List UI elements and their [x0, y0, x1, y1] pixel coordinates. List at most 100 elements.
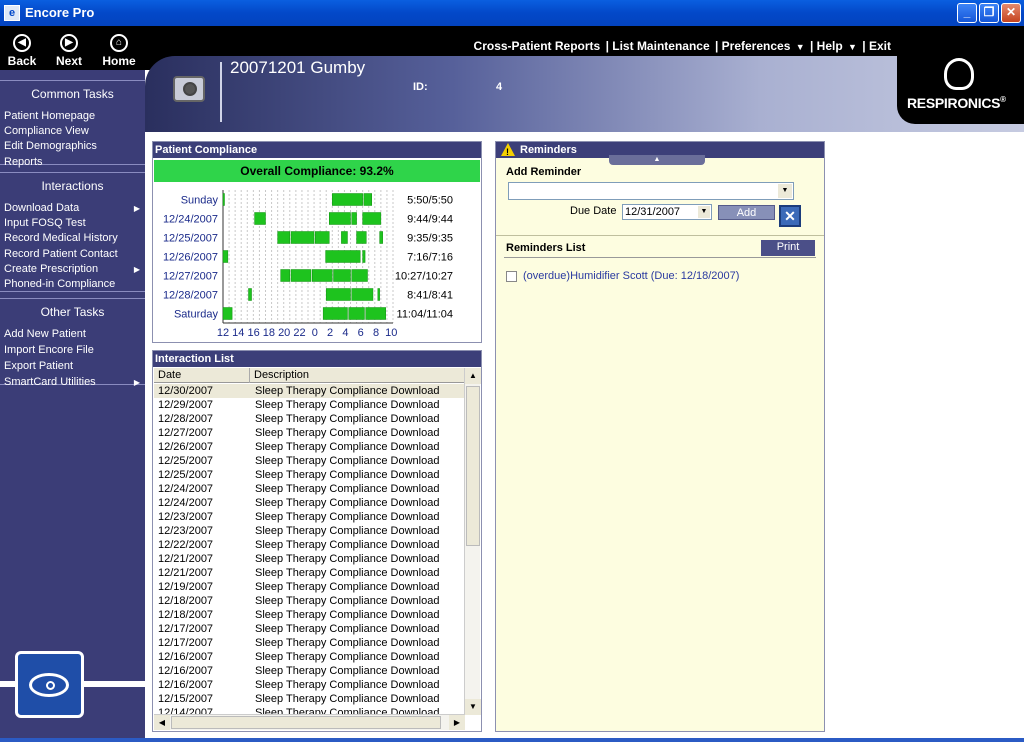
- x-tick-label: 6: [358, 327, 364, 339]
- scroll-down-icon[interactable]: ▼: [465, 699, 481, 715]
- table-row[interactable]: 12/29/2007 Sleep Therapy Compliance Downl…: [154, 398, 465, 412]
- table-row[interactable]: 12/26/2007 Sleep Therapy Compliance Downl…: [154, 440, 465, 454]
- sidebar-item-create-prescription[interactable]: Create Prescription ▶: [0, 262, 145, 277]
- table-row[interactable]: 12/16/2007 Sleep Therapy Compliance Downl…: [154, 650, 465, 664]
- print-button[interactable]: Print: [761, 240, 815, 256]
- calendar-dropdown-icon[interactable]: ▼: [698, 206, 710, 218]
- sidebar-item-phoned-in-compliance[interactable]: Phoned-in Compliance: [0, 277, 145, 292]
- sidebar-item-smartcard-utilities[interactable]: SmartCard Utilities ▶: [0, 375, 145, 391]
- usage-bar: [356, 231, 367, 244]
- reminder-checkbox[interactable]: [506, 270, 517, 282]
- row-date: 12/14/2007: [158, 707, 214, 714]
- table-row[interactable]: 12/17/2007 Sleep Therapy Compliance Downl…: [154, 622, 465, 636]
- menu-help[interactable]: | Help: [810, 39, 843, 53]
- row-date: 12/21/2007: [158, 553, 214, 565]
- category-label: 12/28/2007: [163, 290, 218, 302]
- table-row[interactable]: 12/24/2007 Sleep Therapy Compliance Downl…: [154, 496, 465, 510]
- row-description: Sleep Therapy Compliance Download: [255, 609, 440, 621]
- due-date-input[interactable]: 12/31/2007 ▼: [622, 204, 712, 220]
- sidebar-item-reports[interactable]: Reports: [0, 155, 145, 170]
- usage-bar: [222, 193, 225, 206]
- sidebar-item-record-patient-contact[interactable]: Record Patient Contact: [0, 247, 145, 262]
- sidebar-item-input-fosq[interactable]: Input FOSQ Test: [0, 216, 145, 231]
- home-icon: ⌂: [110, 34, 128, 52]
- camera-icon[interactable]: [173, 76, 205, 102]
- usage-bar: [379, 231, 383, 244]
- menu-cross-patient-reports[interactable]: Cross-Patient Reports: [474, 39, 601, 53]
- reminder-select[interactable]: ▼: [508, 182, 794, 200]
- chevron-down-icon[interactable]: ▼: [848, 42, 857, 52]
- sidebar-item-import-encore-file[interactable]: Import Encore File: [0, 343, 145, 359]
- table-row[interactable]: 12/23/2007 Sleep Therapy Compliance Downl…: [154, 524, 465, 538]
- table-row[interactable]: 12/21/2007 Sleep Therapy Compliance Downl…: [154, 552, 465, 566]
- column-header-date[interactable]: Date: [154, 368, 250, 383]
- row-description: Sleep Therapy Compliance Download: [255, 427, 440, 439]
- sidebar-item-add-new-patient[interactable]: Add New Patient: [0, 327, 145, 343]
- table-row[interactable]: 12/25/2007 Sleep Therapy Compliance Downl…: [154, 468, 465, 482]
- next-button[interactable]: ▶ Next: [47, 34, 91, 68]
- menu-preferences[interactable]: | Preferences: [715, 39, 790, 53]
- x-tick-label: 14: [232, 327, 244, 339]
- maximize-button[interactable]: ❐: [979, 3, 999, 23]
- scroll-thumb[interactable]: [466, 386, 480, 546]
- chevron-right-icon: ▶: [133, 204, 140, 213]
- collapse-handle[interactable]: ▲: [609, 155, 705, 165]
- table-row[interactable]: 12/18/2007 Sleep Therapy Compliance Downl…: [154, 608, 465, 622]
- row-date: 12/26/2007: [158, 441, 214, 453]
- table-row[interactable]: 12/22/2007 Sleep Therapy Compliance Downl…: [154, 538, 465, 552]
- menu-list-maintenance[interactable]: | List Maintenance: [606, 39, 710, 53]
- sidebar-item-download-data[interactable]: Download Data ▶: [0, 201, 145, 216]
- horizontal-scrollbar[interactable]: ◀ ▶: [154, 714, 465, 730]
- sidebar-item-edit-demographics[interactable]: Edit Demographics: [0, 139, 145, 154]
- x-tick-label: 22: [293, 327, 305, 339]
- table-row[interactable]: 12/19/2007 Sleep Therapy Compliance Downl…: [154, 580, 465, 594]
- logo-mark-icon: [944, 58, 974, 90]
- close-window-button[interactable]: ✕: [1001, 3, 1021, 23]
- home-button[interactable]: ⌂ Home: [97, 34, 141, 68]
- row-date: 12/16/2007: [158, 679, 214, 691]
- divider: [504, 257, 816, 258]
- reminder-text: (overdue)Humidifier Scott (Due: 12/18/20…: [523, 270, 740, 282]
- usage-bar: [222, 250, 229, 263]
- add-reminder-button[interactable]: Add: [718, 205, 775, 220]
- eye-icon[interactable]: [15, 651, 84, 718]
- sidebar-item-record-medical-history[interactable]: Record Medical History: [0, 231, 145, 246]
- reminder-item[interactable]: (overdue)Humidifier Scott (Due: 12/18/20…: [506, 270, 739, 282]
- scroll-up-icon[interactable]: ▲: [465, 368, 481, 384]
- scroll-thumb[interactable]: [171, 716, 441, 729]
- table-row[interactable]: 12/23/2007 Sleep Therapy Compliance Downl…: [154, 510, 465, 524]
- table-row[interactable]: 12/15/2007 Sleep Therapy Compliance Downl…: [154, 692, 465, 706]
- table-row[interactable]: 12/28/2007 Sleep Therapy Compliance Downl…: [154, 412, 465, 426]
- back-button[interactable]: ◀ Back: [0, 34, 44, 68]
- sidebar-item-patient-homepage[interactable]: Patient Homepage: [0, 109, 145, 124]
- sidebar-item-compliance-view[interactable]: Compliance View: [0, 124, 145, 139]
- table-row[interactable]: 12/30/2007 Sleep Therapy Compliance Downl…: [154, 384, 465, 398]
- scroll-right-icon[interactable]: ▶: [449, 715, 465, 730]
- eye-pupil: [46, 681, 55, 690]
- table-row[interactable]: 12/24/2007 Sleep Therapy Compliance Downl…: [154, 482, 465, 496]
- table-row[interactable]: 12/21/2007 Sleep Therapy Compliance Downl…: [154, 566, 465, 580]
- scroll-left-icon[interactable]: ◀: [154, 715, 170, 730]
- usage-bar: [351, 288, 374, 301]
- sidebar-item-export-patient[interactable]: Export Patient: [0, 359, 145, 375]
- table-row[interactable]: 12/16/2007 Sleep Therapy Compliance Downl…: [154, 678, 465, 692]
- column-header-description[interactable]: Description: [250, 368, 465, 383]
- chevron-down-icon[interactable]: ▼: [796, 42, 805, 52]
- menu-exit[interactable]: | Exit: [862, 39, 891, 53]
- table-row[interactable]: 12/18/2007 Sleep Therapy Compliance Downl…: [154, 594, 465, 608]
- x-tick-label: 0: [312, 327, 318, 339]
- table-row[interactable]: 12/16/2007 Sleep Therapy Compliance Downl…: [154, 664, 465, 678]
- vertical-scrollbar[interactable]: ▲ ▼: [464, 368, 481, 715]
- table-row[interactable]: 12/25/2007 Sleep Therapy Compliance Downl…: [154, 454, 465, 468]
- table-row[interactable]: 12/17/2007 Sleep Therapy Compliance Downl…: [154, 636, 465, 650]
- table-row[interactable]: 12/27/2007 Sleep Therapy Compliance Downl…: [154, 426, 465, 440]
- row-date: 12/23/2007: [158, 511, 214, 523]
- minimize-button[interactable]: _: [957, 3, 977, 23]
- main-menu: Cross-Patient Reports | List Maintenance…: [472, 39, 891, 53]
- table-row[interactable]: 12/14/2007 Sleep Therapy Compliance Downl…: [154, 706, 465, 714]
- close-icon[interactable]: ✕: [779, 205, 801, 227]
- row-description: Sleep Therapy Compliance Download: [255, 665, 440, 677]
- usage-bar: [325, 288, 351, 301]
- chevron-down-icon[interactable]: ▼: [778, 184, 792, 198]
- chevron-right-icon: ▶: [133, 264, 140, 274]
